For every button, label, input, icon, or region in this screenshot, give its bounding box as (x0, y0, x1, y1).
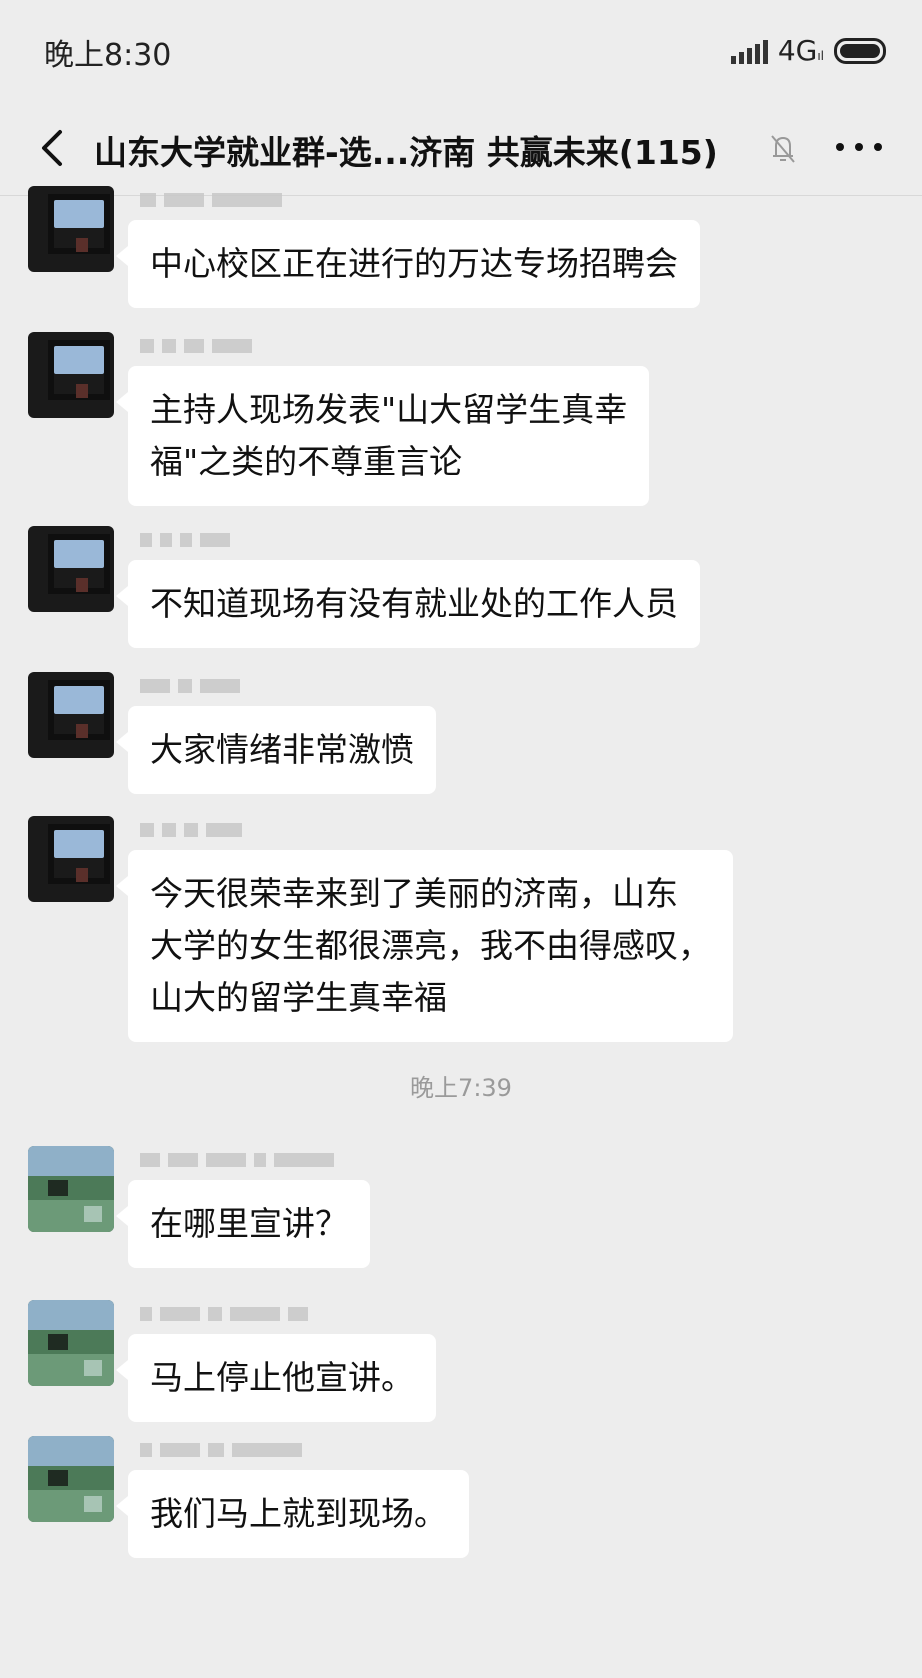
avatar[interactable] (28, 332, 114, 418)
more-icon[interactable] (836, 132, 882, 162)
chat-title[interactable]: 山东大学就业群-选...济南 共赢未来(115) (94, 126, 718, 174)
message-text: 中心校区正在进行的万达专场招聘会 (150, 244, 678, 283)
message-text: 主持人现场发表"山大留学生真幸 (150, 390, 628, 429)
status-bar: 晚上8:30 4Gıl (0, 0, 922, 100)
message-text: 不知道现场有没有就业处的工作人员 (150, 584, 678, 623)
avatar[interactable] (28, 816, 114, 902)
message-bubble[interactable]: 马上停止他宣讲。 (116, 1334, 436, 1422)
chat-header: 山东大学就业群-选...济南 共赢未来(115) (0, 100, 922, 196)
message-text: 我们马上就到现场。 (150, 1494, 447, 1533)
message-text: 在哪里宣讲？ (150, 1204, 348, 1243)
status-time: 晚上8:30 (44, 38, 172, 73)
chat-timestamp: 晚上7:39 (410, 1074, 512, 1102)
avatar[interactable] (28, 1146, 114, 1232)
battery-icon (834, 37, 886, 64)
message-text: 山大的留学生真幸福 (150, 978, 447, 1017)
message-bubble[interactable]: 中心校区正在进行的万达专场招聘会 (116, 220, 700, 308)
blurred-nickname (140, 336, 252, 356)
message-text: 大家情绪非常激愤 (150, 730, 414, 769)
message-bubble[interactable]: 在哪里宣讲？ (116, 1180, 370, 1268)
message-bubble[interactable]: 主持人现场发表"山大留学生真幸 福"之类的不尊重言论 (115, 366, 650, 506)
status-indicators: 4Gıl (730, 34, 886, 67)
message-text: 福"之类的不尊重言论 (150, 442, 463, 481)
avatar[interactable] (28, 1300, 114, 1386)
blurred-nickname (140, 190, 282, 210)
blurred-nickname (140, 530, 230, 550)
message-bubble[interactable]: 大家情绪非常激愤 (116, 706, 436, 794)
mute-bell-icon (768, 132, 798, 164)
signal-icon (730, 38, 768, 64)
blurred-nickname (140, 676, 240, 696)
blurred-nickname (140, 820, 242, 840)
message-text: 今天很荣幸来到了美丽的济南，山东 (150, 874, 678, 913)
avatar[interactable] (28, 672, 114, 758)
avatar[interactable] (28, 526, 114, 612)
avatar[interactable] (28, 1436, 114, 1522)
blurred-nickname (140, 1150, 334, 1170)
back-arrow-icon[interactable] (32, 126, 72, 170)
message-bubble[interactable]: 今天很荣幸来到了美丽的济南，山东 大学的女生都很漂亮，我不由得感叹， 山大的留学… (116, 850, 733, 1042)
message-text: 马上停止他宣讲。 (150, 1358, 414, 1397)
message-text: 大学的女生都很漂亮，我不由得感叹， (150, 926, 711, 965)
avatar[interactable] (28, 186, 114, 272)
message-bubble[interactable]: 我们马上就到现场。 (116, 1470, 469, 1558)
network-label: 4Gıl (777, 34, 824, 67)
message-bubble[interactable]: 不知道现场有没有就业处的工作人员 (116, 560, 700, 648)
blurred-nickname (140, 1440, 302, 1460)
blurred-nickname (140, 1304, 308, 1324)
